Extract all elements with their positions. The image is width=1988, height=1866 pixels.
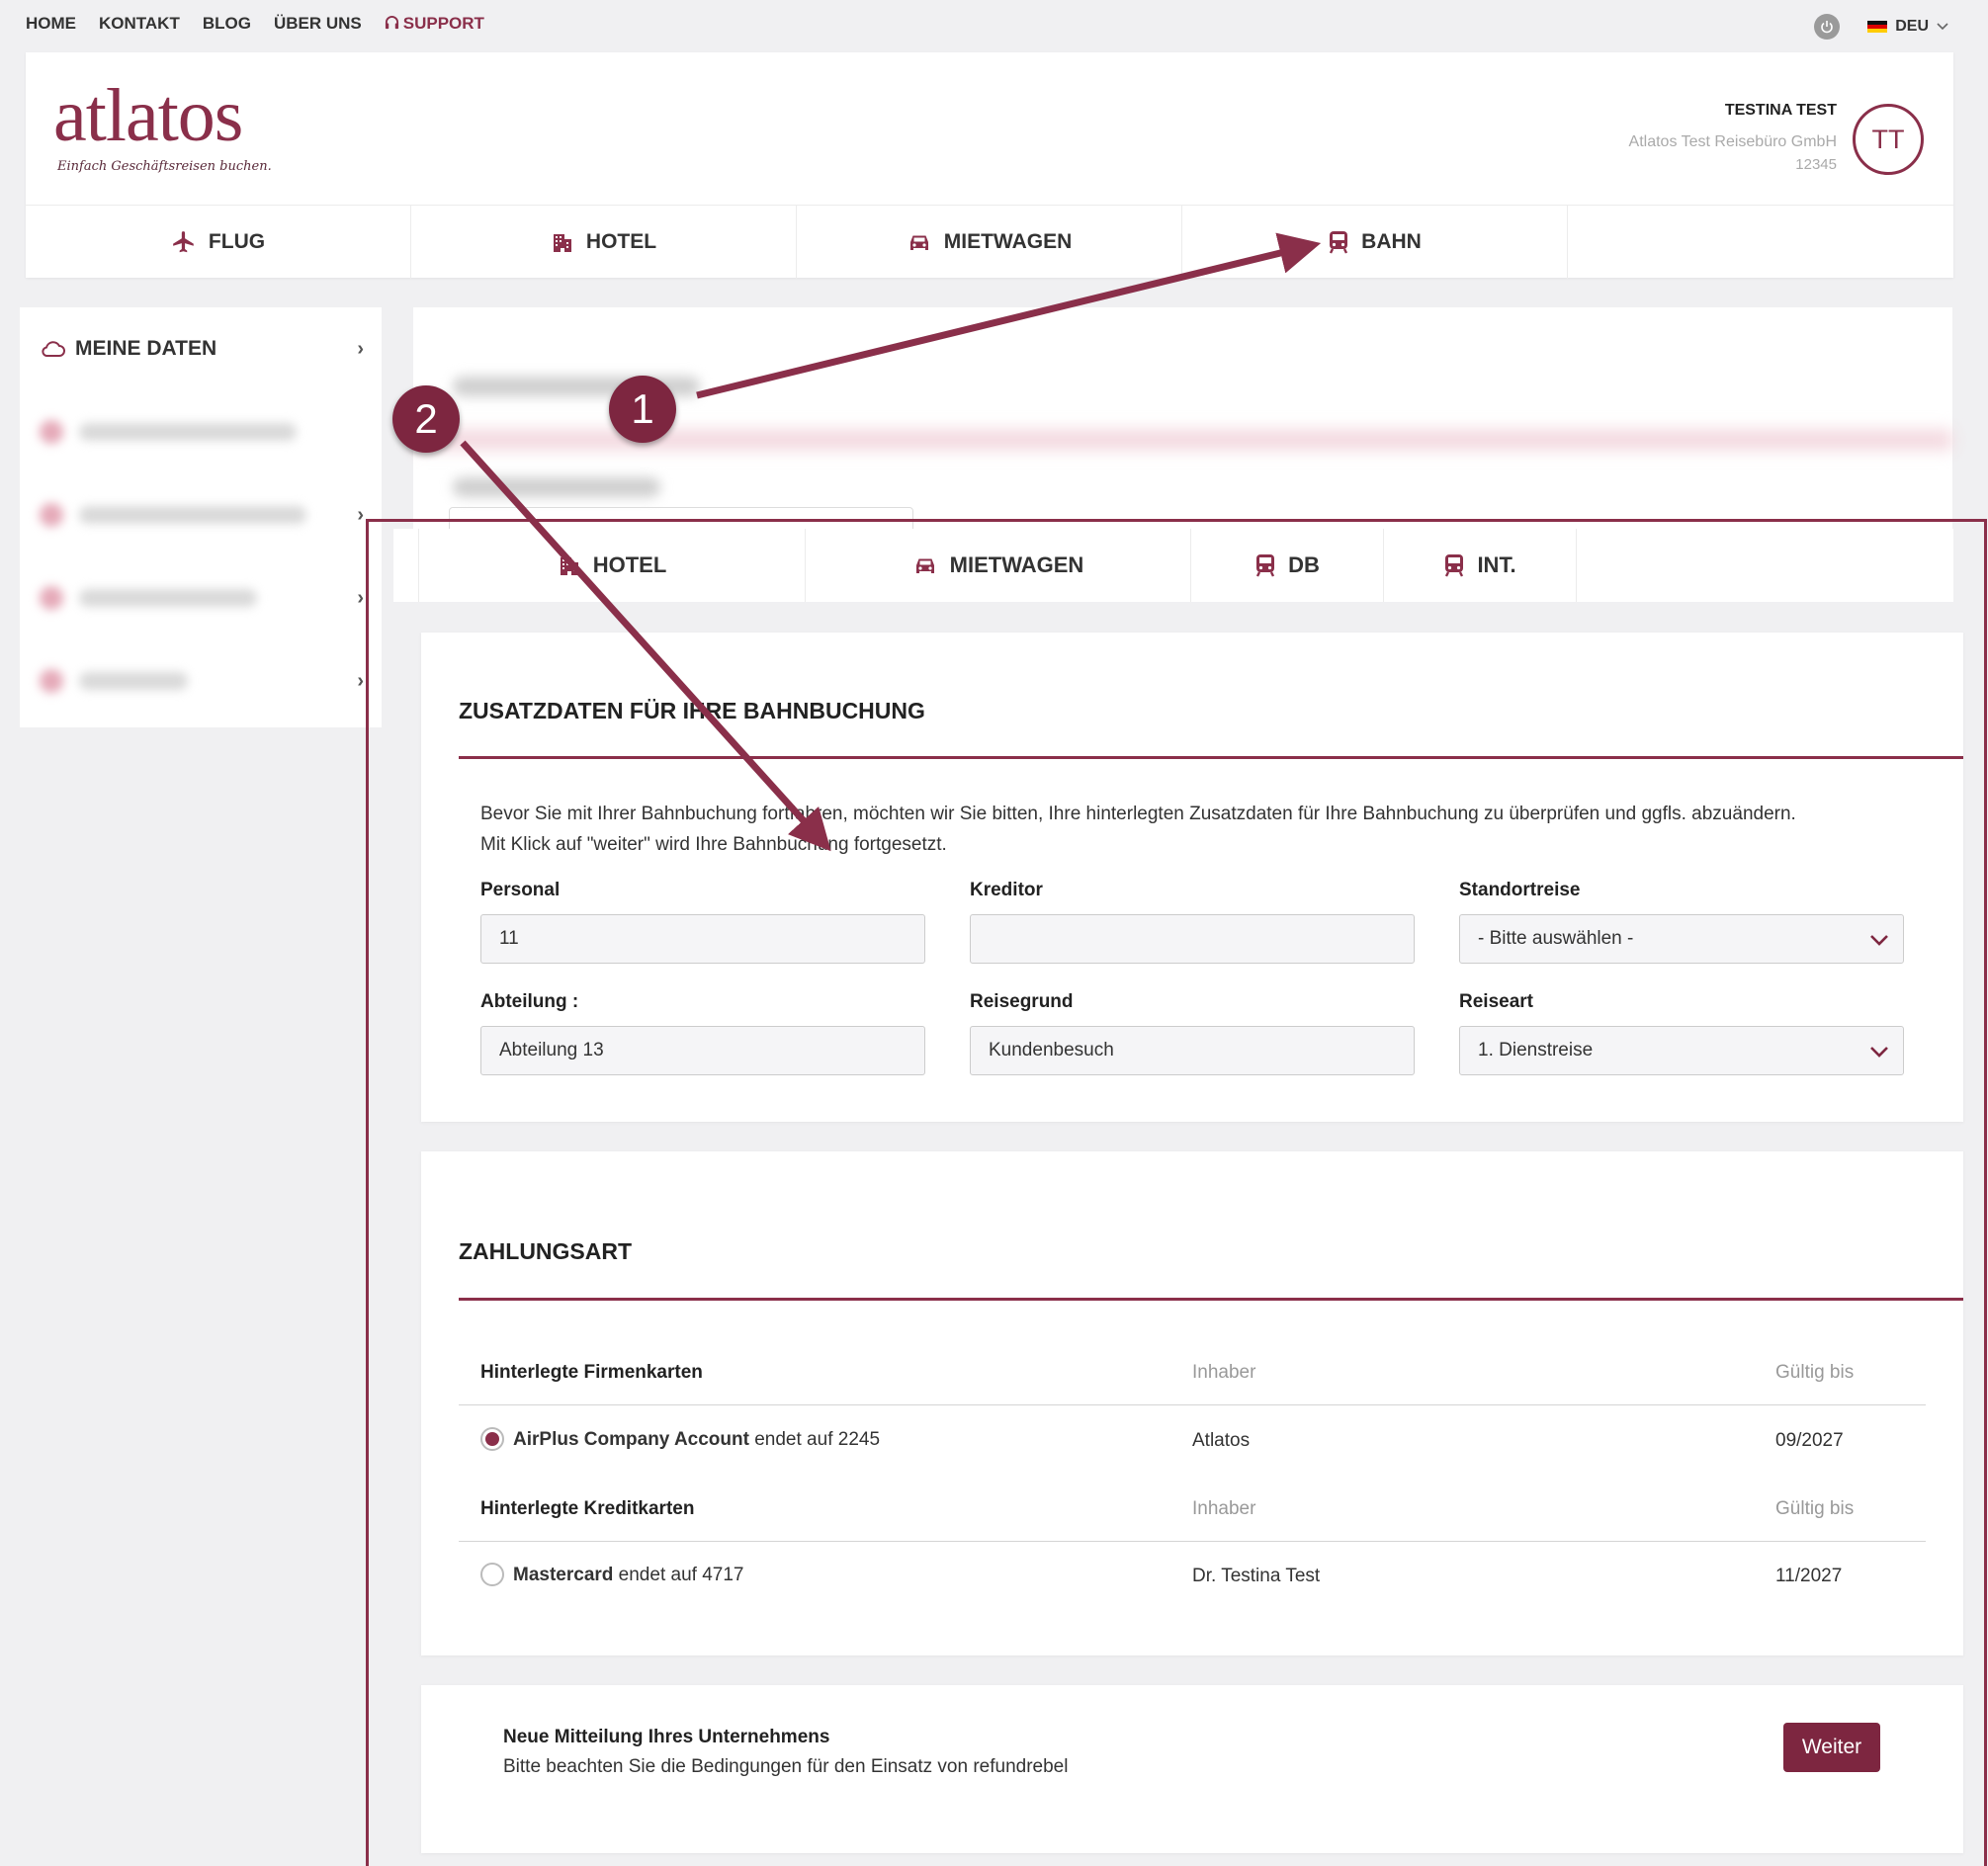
blurred-label [79,423,297,441]
tab-mietwagen-label: MIETWAGEN [943,230,1073,253]
tab-flug-label: FLUG [208,230,266,253]
sidebar: MEINE DATEN › › › › [20,307,382,727]
blurred-icon [40,420,63,444]
highlight-frame [366,519,1987,1866]
top-right-controls: DEU [1814,14,1948,40]
car-icon [909,235,928,250]
logout-power-icon[interactable] [1814,14,1841,40]
main-tabs: FLUG HOTEL MIETWAGEN BAHN [26,205,1953,279]
sidebar-item-blurred[interactable]: › [20,556,382,639]
sidebar-item-blurred[interactable]: › [20,639,382,722]
tab-hotel-label: HOTEL [585,230,657,253]
nav-ueber-uns-link[interactable]: ÜBER UNS [274,14,362,34]
blurred-label [453,477,660,497]
chevron-right-icon: › [357,586,364,609]
sidebar-item-blurred[interactable] [20,390,382,473]
nav-home-link[interactable]: HOME [26,14,76,34]
support-label: SUPPORT [402,14,484,33]
german-flag-icon [1867,20,1888,34]
sidebar-item-meine-daten[interactable]: MEINE DATEN › [20,307,382,390]
blurred-icon [40,669,63,693]
user-company: Atlatos Test Reisebüro GmbH [1628,133,1837,151]
tab-bahn[interactable]: BAHN [1182,206,1568,279]
chevron-right-icon: › [357,669,364,692]
sidebar-item-blurred[interactable]: › [20,473,382,556]
tab-hotel[interactable]: HOTEL [411,206,797,279]
plane-icon [173,231,194,253]
nav-blog-link[interactable]: BLOG [203,14,251,34]
tab-mietwagen[interactable]: MIETWAGEN [797,206,1182,279]
sidebar-item-label: MEINE DATEN [75,337,217,360]
blurred-icon [40,586,63,610]
tab-bahn-label: BAHN [1361,230,1422,253]
nav-support-link[interactable]: SUPPORT [385,14,484,34]
chevron-down-icon [1937,23,1948,31]
blurred-label [79,589,257,607]
blurred-label [79,506,306,524]
tab-empty [1568,206,1953,279]
user-code: 12345 [1795,155,1837,173]
annotation-badge-2: 2 [392,385,460,453]
top-navigation: HOME KONTAKT BLOG ÜBER UNS SUPPORT [26,14,484,34]
tab-flug[interactable]: FLUG [26,206,411,279]
logo-wordmark: atlatos [53,74,243,157]
user-info: TESTINA TEST Atlatos Test Reisebüro GmbH… [1629,100,1837,175]
language-label: DEU [1895,18,1929,35]
logo-tagline: Einfach Geschäftsreisen buchen. [57,159,272,174]
building-icon [553,234,571,252]
nav-kontakt-link[interactable]: KONTAKT [99,14,180,34]
avatar[interactable]: TT [1853,104,1924,175]
annotation-badge-1: 1 [609,376,676,443]
language-selector[interactable]: DEU [1867,18,1948,36]
cloud-icon [42,341,65,357]
train-icon [1330,231,1348,254]
atlatos-logo[interactable]: atlatos Einfach Geschäftsreisen buchen. [53,78,272,174]
blurred-label [79,672,188,690]
user-name: TESTINA TEST [1724,102,1837,119]
chevron-right-icon: › [357,337,364,360]
header-card: atlatos Einfach Geschäftsreisen buchen. … [26,52,1953,279]
chevron-right-icon: › [357,503,364,526]
blurred-icon [40,503,63,527]
headset-icon [385,16,398,30]
